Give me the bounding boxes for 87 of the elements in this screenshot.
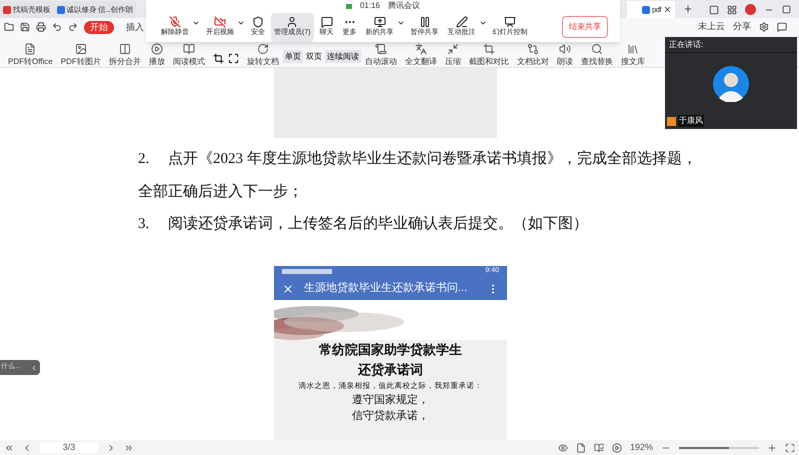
tool-icon <box>446 43 459 55</box>
open-icon[interactable] <box>4 22 14 32</box>
save-icon[interactable] <box>20 22 30 32</box>
phone-text: 遵守国家规定， <box>352 392 429 408</box>
menu-button[interactable]: 分享 <box>733 20 751 34</box>
toolbar-button[interactable]: 搜文库 <box>616 42 649 67</box>
paragraph-text: 点开《2023 年度生源地贷款毕业生还款问卷暨承诺书填报》，完成全部选择题， <box>168 149 697 169</box>
meeting-icon <box>374 16 386 28</box>
fullscreen-icon[interactable] <box>228 53 239 64</box>
toolbar-button[interactable]: 播放 <box>144 42 169 67</box>
eye-icon[interactable] <box>558 442 568 452</box>
meeting-icon <box>456 16 468 28</box>
meeting-icon <box>252 16 264 28</box>
toolbar-button[interactable]: 自动滚动 <box>360 42 401 67</box>
single-page-icon[interactable] <box>576 442 586 452</box>
tool-icon <box>24 43 36 55</box>
redo-icon[interactable] <box>68 22 78 32</box>
undo-icon[interactable] <box>52 22 62 32</box>
toolbar-button[interactable]: 旋转文档 <box>242 42 283 67</box>
toolbar-button[interactable]: PDF转Office <box>4 42 57 67</box>
tool-icon <box>256 43 269 55</box>
menu-tab[interactable]: 开始 <box>84 20 114 34</box>
toolbar-button[interactable]: 拆分合并 <box>104 42 145 67</box>
toolbar-button[interactable]: 朗读 <box>552 42 577 67</box>
view-button[interactable]: 连续阅读 <box>324 50 361 63</box>
toolbar-button[interactable]: 阅读模式 <box>168 42 209 67</box>
window-icon[interactable] <box>709 4 719 14</box>
toolbar-button[interactable]: 查找替换 <box>576 42 617 67</box>
fullscreen-icon[interactable] <box>785 442 795 452</box>
grid-icon[interactable] <box>727 4 737 14</box>
meeting-icon <box>286 16 298 28</box>
toolbar-button[interactable]: 压缩 <box>440 42 465 67</box>
speaker-name: 于康风 <box>678 115 704 127</box>
meeting-title: 腾讯会议 <box>388 0 420 12</box>
phone-heading: 常纺院国家助学贷款学生 <box>319 340 462 358</box>
new-tab-icon[interactable] <box>683 4 693 14</box>
meeting-icon <box>214 16 226 28</box>
tool-icon <box>182 43 195 55</box>
first-page-icon[interactable] <box>4 442 14 452</box>
meeting-icon <box>169 16 181 28</box>
menu-button[interactable]: 未上云 <box>698 20 725 34</box>
maximize-icon[interactable] <box>782 5 791 14</box>
view-button[interactable]: 单页 <box>282 50 303 63</box>
page-field[interactable]: 3/3 <box>40 442 98 453</box>
fit-icon[interactable] <box>212 53 224 64</box>
tool-icon <box>482 43 495 55</box>
toolbar-button[interactable]: 全文翻译 <box>400 42 441 67</box>
meeting-time: 01:16 <box>360 0 380 12</box>
settings-icon[interactable] <box>759 22 769 32</box>
comment-icon[interactable] <box>777 22 787 32</box>
zoom-level[interactable]: 192% <box>630 440 653 454</box>
meeting-icon <box>418 16 431 28</box>
speaker-heading: 正在讲话: <box>665 37 797 53</box>
end-share-button[interactable]: 结束共享 <box>562 16 608 38</box>
phone-text: 信守贷款承诺， <box>352 408 429 424</box>
avatar-icon <box>713 66 749 102</box>
tool-icon <box>626 43 639 55</box>
collapse-icon <box>30 364 38 372</box>
print-icon[interactable] <box>36 22 46 32</box>
phone-title: 生源地贷款毕业生还款承诺书问... <box>304 281 468 296</box>
meeting-icon <box>504 16 516 28</box>
paragraph-text: 全部正确后进入下一步； <box>138 182 304 202</box>
toolbar-button[interactable]: 截图和对比 <box>464 42 513 67</box>
tool-icon <box>414 43 427 55</box>
toolbar-button[interactable]: 文档比对 <box>512 42 553 67</box>
close-icon[interactable] <box>282 282 294 294</box>
tool-icon <box>590 43 603 55</box>
last-page-icon[interactable] <box>124 442 134 452</box>
tool-icon <box>558 43 571 55</box>
menu-tab[interactable]: 插入 <box>120 20 150 34</box>
tool-icon <box>74 43 87 55</box>
view-button[interactable]: 双页 <box>304 50 324 63</box>
tool-icon <box>150 43 163 55</box>
list-number: 3. <box>138 215 150 234</box>
list-number: 2. <box>138 150 150 169</box>
meeting-icon <box>320 16 333 28</box>
zoom-in-icon[interactable] <box>767 442 777 452</box>
tool-icon <box>526 43 539 55</box>
double-page-icon[interactable] <box>594 442 604 452</box>
close-icon <box>663 5 672 14</box>
tool-icon <box>374 43 387 55</box>
avatar-icon[interactable] <box>745 4 756 15</box>
tool-icon <box>118 43 131 55</box>
play-icon[interactable] <box>612 442 622 452</box>
paragraph-text: 阅读还贷承诺词，上传签名后的毕业确认表后提交。（如下图） <box>168 214 588 234</box>
toolbar-button[interactable]: PDF转图片 <box>56 42 105 67</box>
phone-heading: 还贷承诺词 <box>358 360 423 378</box>
